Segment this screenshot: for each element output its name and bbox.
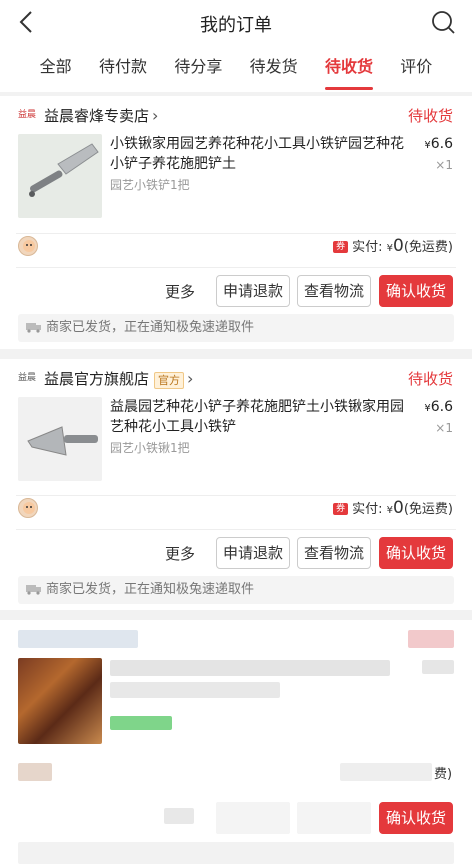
product-image[interactable] [18, 397, 102, 481]
trowel-image [18, 134, 102, 218]
paid-amount: 券实付: ¥0(免运费) [333, 236, 453, 256]
avatar [18, 498, 38, 518]
product-row[interactable]: 小铁锹家用园艺养花种花小工具小铁铲园艺种花小铲子养花施肥铲土 园艺小铁铲1把 ¥… [0, 134, 472, 222]
product-title[interactable]: 小铁锹家用园艺养花种花小工具小铁铲园艺种花小铲子养花施肥铲土 [110, 134, 412, 174]
divider [16, 529, 456, 530]
price-value: 6.6 [430, 136, 453, 152]
price-value: 6.6 [430, 399, 453, 415]
shop-logo: 益晨 [17, 110, 36, 120]
shipping-notice[interactable]: 商家已发货，正在通知极兔速递取件 [18, 576, 454, 604]
shop-header[interactable]: 益晨 益晨睿烽专卖店 › 待收货 [0, 96, 472, 134]
paid-amount: 券实付: ¥0(免运费) [333, 498, 453, 518]
action-row: 更多 申请退款 查看物流 确认收货 [0, 537, 472, 571]
payment-row: 券实付: ¥0(免运费) [0, 236, 472, 260]
official-badge: 官方 [154, 372, 185, 389]
obscured-product-image [18, 658, 102, 744]
paid-value: 0 [393, 236, 404, 256]
top-bar: 我的订单 [0, 0, 472, 44]
divider [16, 233, 456, 234]
tab-all[interactable]: 全部 [40, 44, 72, 92]
obscured-title [110, 682, 280, 698]
view-logistics-button[interactable]: 查看物流 [297, 537, 371, 569]
obscured-paid [340, 763, 432, 781]
product-price: ¥6.6 [424, 136, 453, 152]
tab-pending-shipment[interactable]: 待发货 [250, 44, 298, 92]
truck-icon [26, 323, 41, 333]
confirm-receipt-button[interactable]: 确认收货 [379, 537, 453, 569]
tab-review[interactable]: 评价 [400, 44, 432, 92]
coupon-tag: 券 [333, 503, 349, 515]
avatar [18, 236, 38, 256]
shop-name-link[interactable]: 益晨睿烽专卖店 › [44, 105, 158, 126]
tab-pending-receipt[interactable]: 待收货 [324, 44, 373, 92]
order-card-obscured: 费) 确认收货 [0, 620, 472, 867]
obscured-more [164, 808, 194, 824]
notice-text: 商家已发货，正在通知极兔速递取件 [46, 582, 255, 597]
order-status: 待收货 [407, 107, 453, 125]
shipping-notice[interactable]: 商家已发货，正在通知极兔速递取件 [18, 314, 454, 342]
more-link[interactable]: 更多 [165, 281, 195, 302]
paid-label: 实付: [352, 240, 387, 255]
paid-tail-text: 费) [434, 767, 453, 782]
product-price: ¥6.6 [424, 399, 453, 415]
obscured-status [408, 630, 454, 648]
order-tabs: 全部 待付款 待分享 待发货 待收货 评价 [0, 44, 472, 92]
obscured-avatar [18, 763, 52, 781]
page-title: 我的订单 [200, 15, 272, 36]
confirm-receipt-button[interactable]: 确认收货 [379, 275, 453, 307]
shop-name: 益晨官方旗舰店 [44, 370, 150, 388]
product-sku: 园艺小铁铲1把 [110, 178, 190, 192]
product-title[interactable]: 益晨园艺种花小铲子养花施肥铲土小铁锹家用园艺种花小工具小铁铲 [110, 397, 412, 437]
confirm-receipt-button[interactable]: 确认收货 [379, 802, 453, 834]
chevron-right-icon: › [187, 369, 194, 388]
shipping-note: (免运费) [403, 502, 453, 517]
search-icon[interactable] [430, 9, 456, 35]
payment-row: 券实付: ¥0(免运费) [0, 498, 472, 522]
shop-name-link[interactable]: 益晨官方旗舰店 官方 › [44, 368, 193, 389]
trowel-image [18, 397, 102, 481]
order-card: 益晨 益晨官方旗舰店 官方 › 待收货 益晨园艺种花小铲子养花施肥铲土小铁锹家用园艺… [0, 359, 472, 610]
shop-logo: 益晨 [17, 373, 36, 383]
product-sku: 园艺小铁锹1把 [110, 441, 190, 455]
obscured-button [216, 802, 290, 834]
order-status: 待收货 [407, 370, 453, 388]
order-card: 益晨 益晨睿烽专卖店 › 待收货 小铁锹家用园艺养花种花小工具小铁铲园艺种花小铲子… [0, 96, 472, 349]
product-image[interactable] [18, 134, 102, 218]
chevron-right-icon: › [152, 106, 159, 125]
paid-value: 0 [393, 498, 404, 518]
view-logistics-button[interactable]: 查看物流 [297, 275, 371, 307]
product-quantity: ×1 [435, 158, 453, 172]
obscured-button [297, 802, 371, 834]
shop-name: 益晨睿烽专卖店 [44, 107, 150, 125]
tab-pending-payment[interactable]: 待付款 [99, 44, 147, 92]
tab-pending-share[interactable]: 待分享 [174, 44, 222, 92]
obscured-notice [18, 842, 454, 864]
action-row: 更多 申请退款 查看物流 确认收货 [0, 275, 472, 309]
product-row[interactable]: 益晨园艺种花小铲子养花施肥铲土小铁锹家用园艺种花小工具小铁铲 园艺小铁锹1把 ¥… [0, 397, 472, 485]
product-quantity: ×1 [435, 421, 453, 435]
truck-icon [26, 585, 41, 595]
apply-refund-button[interactable]: 申请退款 [216, 537, 290, 569]
divider [16, 495, 456, 496]
obscured-tag [110, 716, 172, 730]
more-link[interactable]: 更多 [165, 543, 195, 564]
coupon-tag: 券 [333, 241, 349, 253]
paid-label: 实付: [352, 502, 387, 517]
divider [16, 267, 456, 268]
obscured-price [422, 660, 454, 674]
notice-text: 商家已发货，正在通知极兔速递取件 [46, 320, 255, 335]
obscured-shop-name [18, 630, 138, 648]
obscured-title [110, 660, 390, 676]
shop-header[interactable]: 益晨 益晨官方旗舰店 官方 › 待收货 [0, 359, 472, 397]
apply-refund-button[interactable]: 申请退款 [216, 275, 290, 307]
shipping-note: (免运费) [403, 240, 453, 255]
